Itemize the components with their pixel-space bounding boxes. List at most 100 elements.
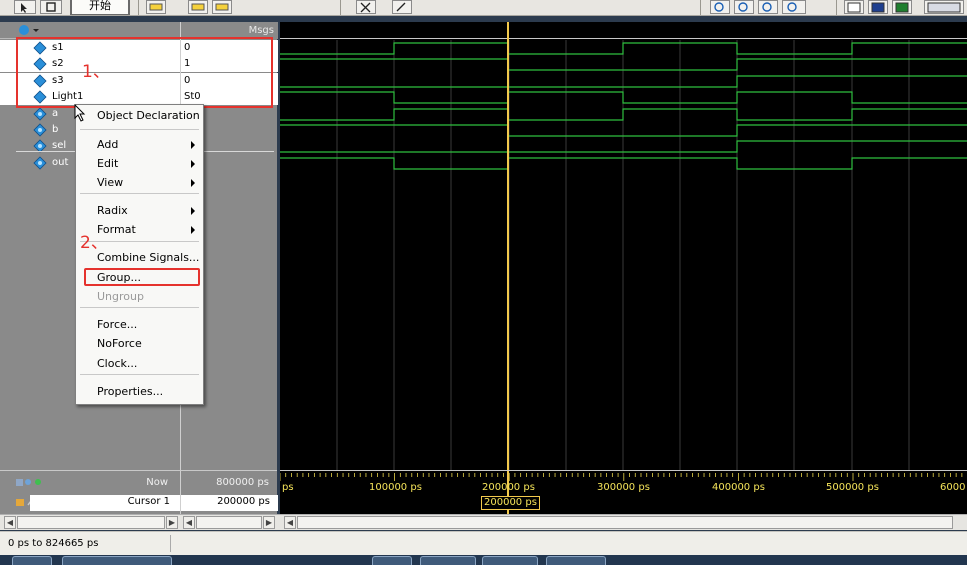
window-layout-button-3[interactable] bbox=[892, 0, 912, 14]
time-ruler[interactable]: ps 100000 ps 200000 ps 300000 ps 400000 ps 50… bbox=[280, 470, 967, 514]
time-range-text: 0 ps to 824665 ps bbox=[8, 538, 99, 549]
cursor-arrow-icon bbox=[21, 3, 27, 13]
menu-item-ungroup: Ungroup bbox=[76, 287, 203, 306]
values-scroll-right-button[interactable]: ▶ bbox=[263, 516, 275, 529]
signal-diamond-icon bbox=[33, 107, 47, 121]
menu-item-radix[interactable]: Radix bbox=[76, 201, 203, 220]
cursor-row[interactable]: Cursor 1 bbox=[30, 495, 180, 511]
menu-item-noforce[interactable]: NoForce bbox=[76, 334, 203, 353]
waveform-a bbox=[280, 108, 967, 121]
taskbar-item[interactable] bbox=[420, 556, 476, 565]
menu-item-force[interactable]: Force... bbox=[76, 315, 203, 334]
start-button[interactable]: 开始 bbox=[70, 0, 130, 15]
menu-item-label: Edit bbox=[97, 157, 119, 170]
magnifier-icon bbox=[714, 2, 724, 12]
values-scrollbar[interactable] bbox=[196, 516, 262, 529]
menu-item-label: Force... bbox=[97, 318, 138, 331]
menu-item-object-declaration[interactable]: Object Declaration bbox=[76, 106, 203, 125]
wave-tool-button-1[interactable] bbox=[146, 0, 166, 14]
menu-item-edit[interactable]: Edit bbox=[76, 154, 203, 173]
window-icon bbox=[895, 2, 909, 13]
menu-item-label: Clock... bbox=[97, 357, 138, 370]
status-bar: 0 ps to 824665 ps bbox=[0, 531, 967, 555]
values-scroll-left-button[interactable]: ◀ bbox=[183, 516, 195, 529]
ruler-tick-label: ps bbox=[282, 482, 294, 493]
zoom-out-button[interactable] bbox=[734, 0, 754, 14]
submenu-arrow-icon bbox=[191, 226, 195, 234]
menu-item-clock[interactable]: Clock... bbox=[76, 354, 203, 373]
magnifier-icon bbox=[762, 2, 772, 12]
menu-item-label: Ungroup bbox=[97, 290, 144, 303]
menu-item-view[interactable]: View bbox=[76, 173, 203, 192]
magnifier-icon bbox=[738, 2, 748, 12]
menu-item-add[interactable]: Add bbox=[76, 135, 203, 154]
menu-item-label: Radix bbox=[97, 204, 128, 217]
waveform-pane[interactable] bbox=[280, 22, 967, 470]
waveform-Light1 bbox=[280, 91, 967, 104]
insert-icon bbox=[149, 3, 163, 11]
signal-name: a bbox=[52, 108, 59, 119]
submenu-arrow-icon bbox=[191, 160, 195, 168]
zoom-tool-button[interactable] bbox=[40, 0, 62, 14]
menu-separator bbox=[80, 307, 199, 308]
signal-name: out bbox=[52, 157, 69, 168]
scissors-icon bbox=[360, 2, 371, 13]
window-layout-button-2[interactable] bbox=[868, 0, 888, 14]
cursor-label: Cursor 1 bbox=[127, 496, 170, 507]
zoom-full-button[interactable] bbox=[758, 0, 778, 14]
window-layout-button-4[interactable] bbox=[924, 0, 964, 14]
now-label: Now bbox=[146, 477, 168, 488]
wave-tool-button-3[interactable] bbox=[212, 0, 232, 14]
submenu-arrow-icon bbox=[191, 207, 195, 215]
annotation-box-selected-signals bbox=[16, 37, 273, 108]
wave-tool-button-2[interactable] bbox=[188, 0, 208, 14]
taskbar-item[interactable] bbox=[372, 556, 412, 565]
menu-item-label: NoForce bbox=[97, 337, 142, 350]
window-icon bbox=[927, 2, 961, 13]
taskbar-item[interactable] bbox=[482, 556, 538, 565]
magnifier-icon bbox=[787, 2, 797, 12]
window-icon bbox=[847, 2, 861, 13]
cursor-time-flag[interactable]: 200000 ps bbox=[481, 496, 540, 510]
now-value: 800000 ps bbox=[216, 477, 269, 488]
taskbar-item[interactable] bbox=[12, 556, 52, 565]
menu-item-label: View bbox=[97, 176, 124, 189]
window-layout-button-1[interactable] bbox=[844, 0, 864, 14]
taskbar-item[interactable] bbox=[62, 556, 172, 565]
menu-separator bbox=[80, 374, 199, 375]
names-scroll-right-button[interactable]: ▶ bbox=[166, 516, 178, 529]
menu-separator bbox=[80, 193, 199, 194]
wave-scroll-left-button[interactable]: ◀ bbox=[284, 516, 296, 529]
pointer-tool-button[interactable] bbox=[14, 0, 36, 14]
waveform-s1 bbox=[280, 42, 967, 55]
names-scrollbar[interactable] bbox=[17, 516, 165, 529]
annotation-box-group-item bbox=[84, 268, 200, 286]
mouse-pointer-icon bbox=[74, 104, 86, 122]
zoom-icon bbox=[46, 2, 56, 12]
annotation-step-1: 1、 bbox=[82, 62, 110, 82]
edit-button[interactable] bbox=[392, 0, 412, 14]
signal-name: b bbox=[52, 124, 59, 135]
zoom-cursor-button[interactable] bbox=[782, 0, 806, 14]
insert-icon bbox=[215, 3, 229, 11]
context-menu: Object Declaration Add Edit View Radix Format… bbox=[75, 104, 204, 405]
cut-button[interactable] bbox=[356, 0, 376, 14]
wave-scrollbar[interactable] bbox=[297, 516, 953, 529]
menu-item-label: Properties... bbox=[97, 385, 164, 398]
edit-icon bbox=[396, 2, 406, 12]
menu-item-label: Combine Signals... bbox=[97, 251, 200, 264]
ruler-tick-label: 300000 ps bbox=[597, 482, 650, 493]
waveform-canvas[interactable] bbox=[280, 22, 967, 470]
toolbar: 开始 bbox=[0, 0, 967, 16]
cursor-value-row: 200000 ps bbox=[181, 495, 278, 511]
ruler-tick-label: 6000 bbox=[940, 482, 966, 493]
signal-diamond-icon bbox=[33, 156, 47, 170]
taskbar-item[interactable] bbox=[546, 556, 606, 565]
menu-item-properties[interactable]: Properties... bbox=[76, 382, 203, 401]
ruler-tick-label: 400000 ps bbox=[712, 482, 765, 493]
annotation-step-2: 2、 bbox=[80, 233, 108, 253]
submenu-arrow-icon bbox=[191, 141, 195, 149]
ruler-tick-label: 100000 ps bbox=[369, 482, 422, 493]
zoom-in-button[interactable] bbox=[710, 0, 730, 14]
names-scroll-left-button[interactable]: ◀ bbox=[4, 516, 16, 529]
